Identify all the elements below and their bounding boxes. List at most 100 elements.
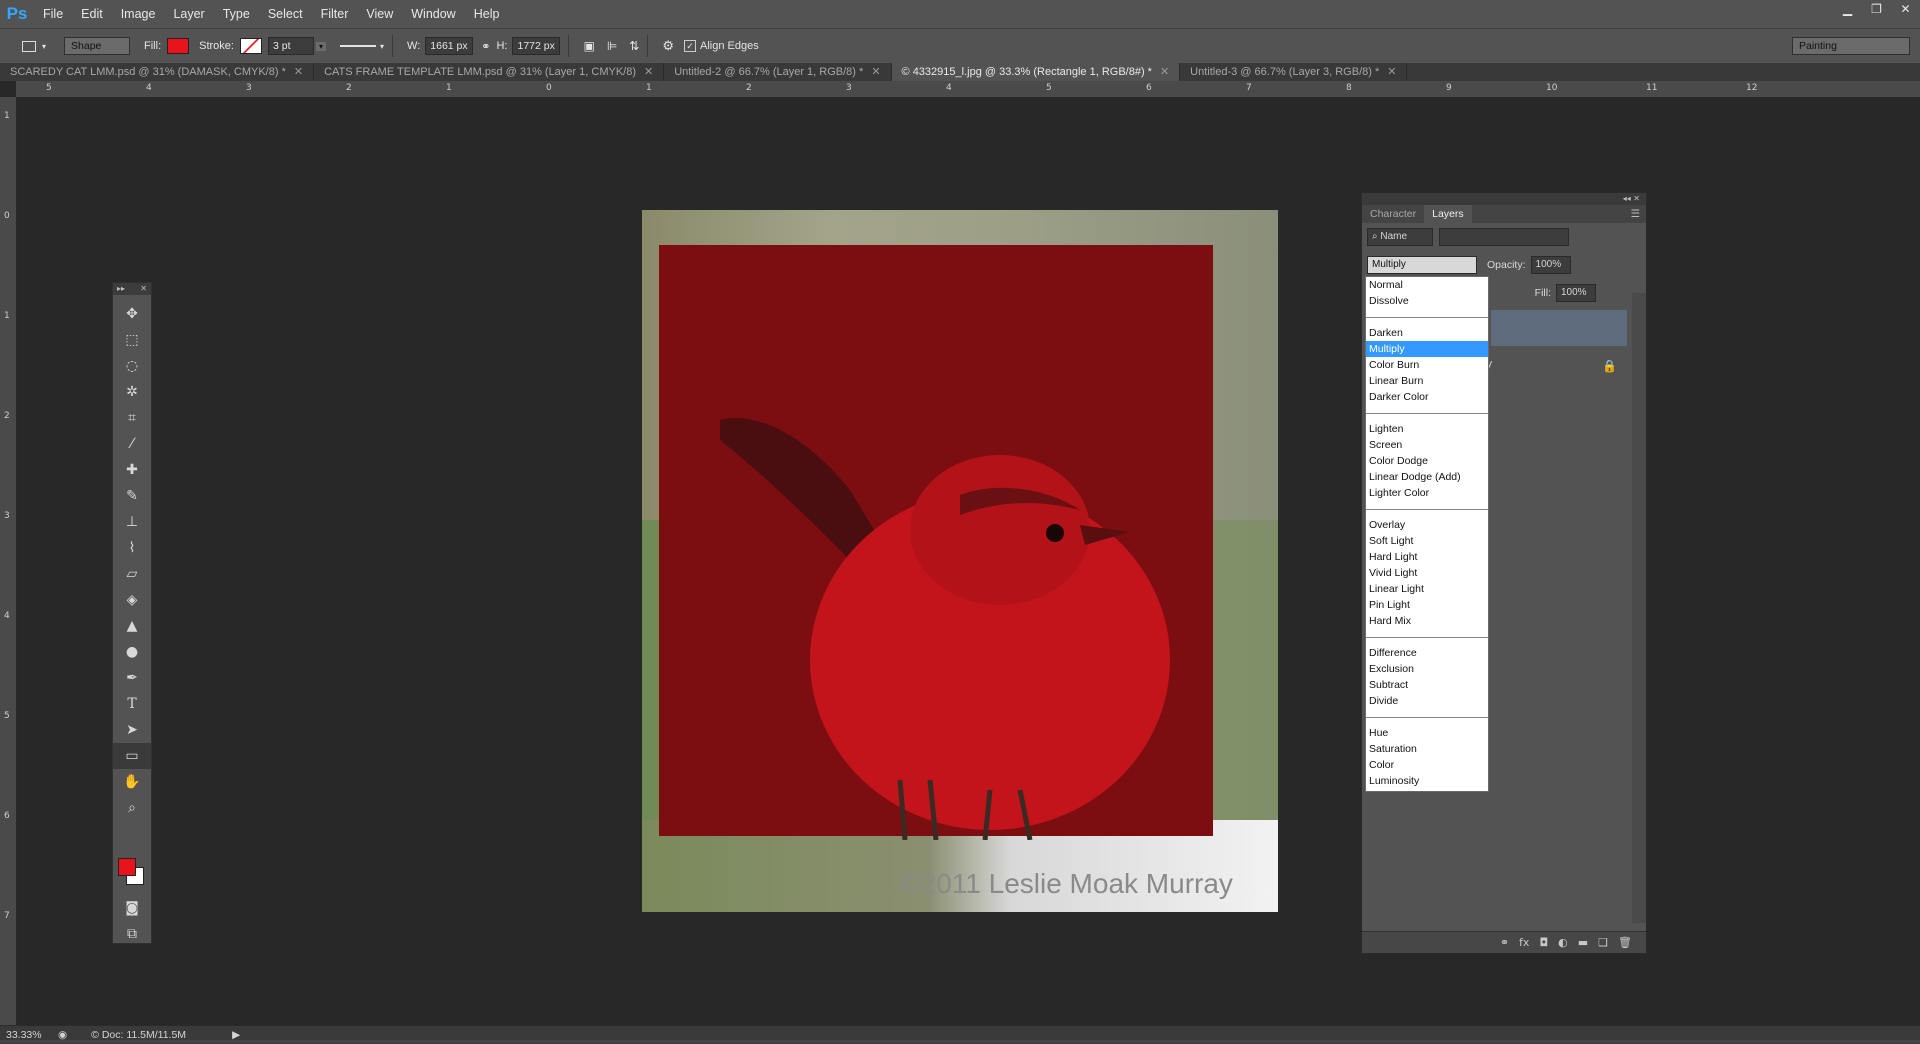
layer-row-selected[interactable] [1491, 310, 1627, 346]
stroke-type-dropdown[interactable]: ▾ [340, 42, 384, 51]
hand-tool-icon[interactable]: ✋ [113, 769, 151, 795]
stroke-swatch[interactable] [239, 38, 262, 54]
menu-type[interactable]: Type [214, 7, 259, 21]
document-tab[interactable]: SCAREDY CAT LMM.psd @ 31% (DAMASK, CMYK/… [0, 63, 315, 81]
blend-option-luminosity[interactable]: Luminosity [1366, 773, 1488, 789]
filter-kind-dropdown[interactable]: ⌕ Name [1367, 228, 1433, 246]
blend-mode-dropdown[interactable]: Multiply [1367, 256, 1477, 274]
path-alignment-icon[interactable]: ⊫ [607, 39, 617, 53]
blend-option-linear-light[interactable]: Linear Light [1366, 581, 1488, 597]
eyedropper-tool-icon[interactable]: ⁄ [113, 431, 151, 457]
document-tab[interactable]: CATS FRAME TEMPLATE LMM.psd @ 31% (Layer… [314, 63, 665, 81]
vertical-ruler[interactable]: 1 0 1 2 3 4 5 6 7 [0, 97, 17, 1025]
layers-panel-header[interactable]: ◂◂ ✕ [1362, 193, 1646, 205]
menu-edit[interactable]: Edit [72, 7, 112, 21]
blend-option-darker-color[interactable]: Darker Color [1366, 389, 1488, 405]
blend-option-lighter-color[interactable]: Lighter Color [1366, 485, 1488, 501]
link-icon[interactable]: ⚭ [481, 40, 490, 53]
fill-swatch[interactable] [167, 38, 190, 54]
blend-option-color-dodge[interactable]: Color Dodge [1366, 453, 1488, 469]
close-icon[interactable]: ✕ [140, 283, 147, 295]
paint-bucket-tool-icon[interactable]: ◈ [113, 587, 151, 613]
eraser-tool-icon[interactable]: ▱ [113, 561, 151, 587]
blend-option-color[interactable]: Color [1366, 757, 1488, 773]
history-brush-tool-icon[interactable]: ⌇ [113, 535, 151, 561]
path-operations-icon[interactable]: ▣ [583, 39, 594, 53]
layer-style-icon[interactable]: fx [1519, 936, 1529, 949]
screen-mode-icon[interactable]: ⧉ [113, 921, 151, 947]
link-layers-icon[interactable]: ⚭ [1500, 936, 1509, 949]
panel-menu-icon[interactable]: ☰ [1631, 205, 1646, 223]
lasso-tool-icon[interactable]: ◌ [113, 353, 151, 379]
document-tab[interactable]: Untitled-2 @ 66.7% (Layer 1, RGB/8) * ✕ [664, 63, 892, 81]
zoom-tool-icon[interactable]: ⌕ [113, 795, 151, 821]
tools-panel-header[interactable]: ▸▸ ✕ [113, 283, 151, 295]
horizontal-ruler[interactable]: 5 4 3 2 1 0 1 2 3 4 5 6 7 8 9 10 11 12 [16, 81, 1920, 98]
blend-option-hard-light[interactable]: Hard Light [1366, 549, 1488, 565]
path-arrangement-icon[interactable]: ⇅ [629, 39, 639, 53]
restore-button[interactable]: ❐ [1862, 0, 1891, 18]
width-field[interactable]: 1661 px [425, 37, 474, 55]
height-field[interactable]: 1772 px [512, 37, 561, 55]
blend-option-dissolve[interactable]: Dissolve [1366, 293, 1488, 309]
pen-tool-icon[interactable]: ✒ [113, 665, 151, 691]
blend-option-overlay[interactable]: Overlay [1366, 517, 1488, 533]
tool-preset-picker[interactable]: ▾ [22, 40, 46, 52]
document-tab[interactable]: Untitled-3 @ 66.7% (Layer 3, RGB/8) * ✕ [1180, 63, 1408, 81]
close-icon[interactable]: ✕ [1387, 63, 1396, 81]
fill-field[interactable]: 100% [1556, 284, 1596, 302]
document-tab[interactable]: © 4332915_l.jpg @ 33.3% (Rectangle 1, RG… [891, 63, 1181, 81]
trash-icon[interactable]: 🗑 [1618, 936, 1632, 949]
blend-option-multiply[interactable]: Multiply [1366, 341, 1488, 357]
close-icon[interactable]: ✕ [1160, 63, 1169, 81]
rectangle-tool-icon[interactable]: ▭ [113, 743, 151, 769]
brush-tool-icon[interactable]: ✎ [113, 483, 151, 509]
quick-mask-icon[interactable]: ◙ [113, 895, 151, 921]
add-mask-icon[interactable]: ◘ [1539, 936, 1548, 949]
blend-option-normal[interactable]: Normal [1366, 277, 1488, 293]
clone-stamp-tool-icon[interactable]: ⊥ [113, 509, 151, 535]
menu-image[interactable]: Image [112, 7, 165, 21]
menu-layer[interactable]: Layer [164, 7, 213, 21]
close-icon[interactable]: ✕ [871, 63, 880, 81]
blend-option-lighten[interactable]: Lighten [1366, 421, 1488, 437]
crop-tool-icon[interactable]: ⌗ [113, 405, 151, 431]
blend-option-hard-mix[interactable]: Hard Mix [1366, 613, 1488, 629]
minimize-button[interactable]: ▁ [1833, 0, 1862, 18]
gear-icon[interactable]: ⚙ [662, 38, 674, 54]
new-group-icon[interactable]: ▬ [1578, 936, 1588, 949]
new-layer-icon[interactable]: ❏ [1598, 936, 1608, 949]
align-edges-checkbox[interactable]: ✓ [684, 40, 696, 52]
mode-dropdown[interactable]: Shape [64, 37, 131, 55]
blend-option-screen[interactable]: Screen [1366, 437, 1488, 453]
menu-select[interactable]: Select [259, 7, 312, 21]
collapse-icon[interactable]: ◂◂ [1623, 194, 1631, 203]
blend-option-pin-light[interactable]: Pin Light [1366, 597, 1488, 613]
blur-tool-icon[interactable]: ▲ [113, 613, 151, 639]
menu-window[interactable]: Window [402, 7, 464, 21]
blend-option-saturation[interactable]: Saturation [1366, 741, 1488, 757]
workspace-dropdown[interactable]: Painting [1792, 37, 1910, 55]
blend-option-color-burn[interactable]: Color Burn [1366, 357, 1488, 373]
close-button[interactable]: ✕ [1891, 0, 1920, 18]
adjustment-layer-icon[interactable]: ◐ [1558, 936, 1568, 949]
chevron-down-icon[interactable]: ▾ [315, 41, 326, 51]
collapse-icon[interactable]: ▸▸ [117, 283, 125, 295]
blend-option-darken[interactable]: Darken [1366, 325, 1488, 341]
menu-filter[interactable]: Filter [312, 7, 358, 21]
path-selection-tool-icon[interactable]: ➤ [113, 717, 151, 743]
opacity-field[interactable]: 100% [1530, 256, 1571, 274]
close-icon[interactable]: ✕ [644, 63, 653, 81]
move-tool-icon[interactable]: ✥ [113, 301, 151, 327]
menu-file[interactable]: File [34, 7, 72, 21]
quick-selection-tool-icon[interactable]: ✲ [113, 379, 151, 405]
stroke-width-field[interactable]: 3 pt [267, 37, 314, 55]
blend-option-linear-dodge-add[interactable]: Linear Dodge (Add) [1366, 469, 1488, 485]
blend-option-hue[interactable]: Hue [1366, 725, 1488, 741]
type-tool-icon[interactable]: T [113, 691, 151, 717]
menu-view[interactable]: View [357, 7, 402, 21]
blend-option-linear-burn[interactable]: Linear Burn [1366, 373, 1488, 389]
blend-option-vivid-light[interactable]: Vivid Light [1366, 565, 1488, 581]
blend-option-difference[interactable]: Difference [1366, 645, 1488, 661]
close-icon[interactable]: ✕ [1633, 194, 1640, 203]
